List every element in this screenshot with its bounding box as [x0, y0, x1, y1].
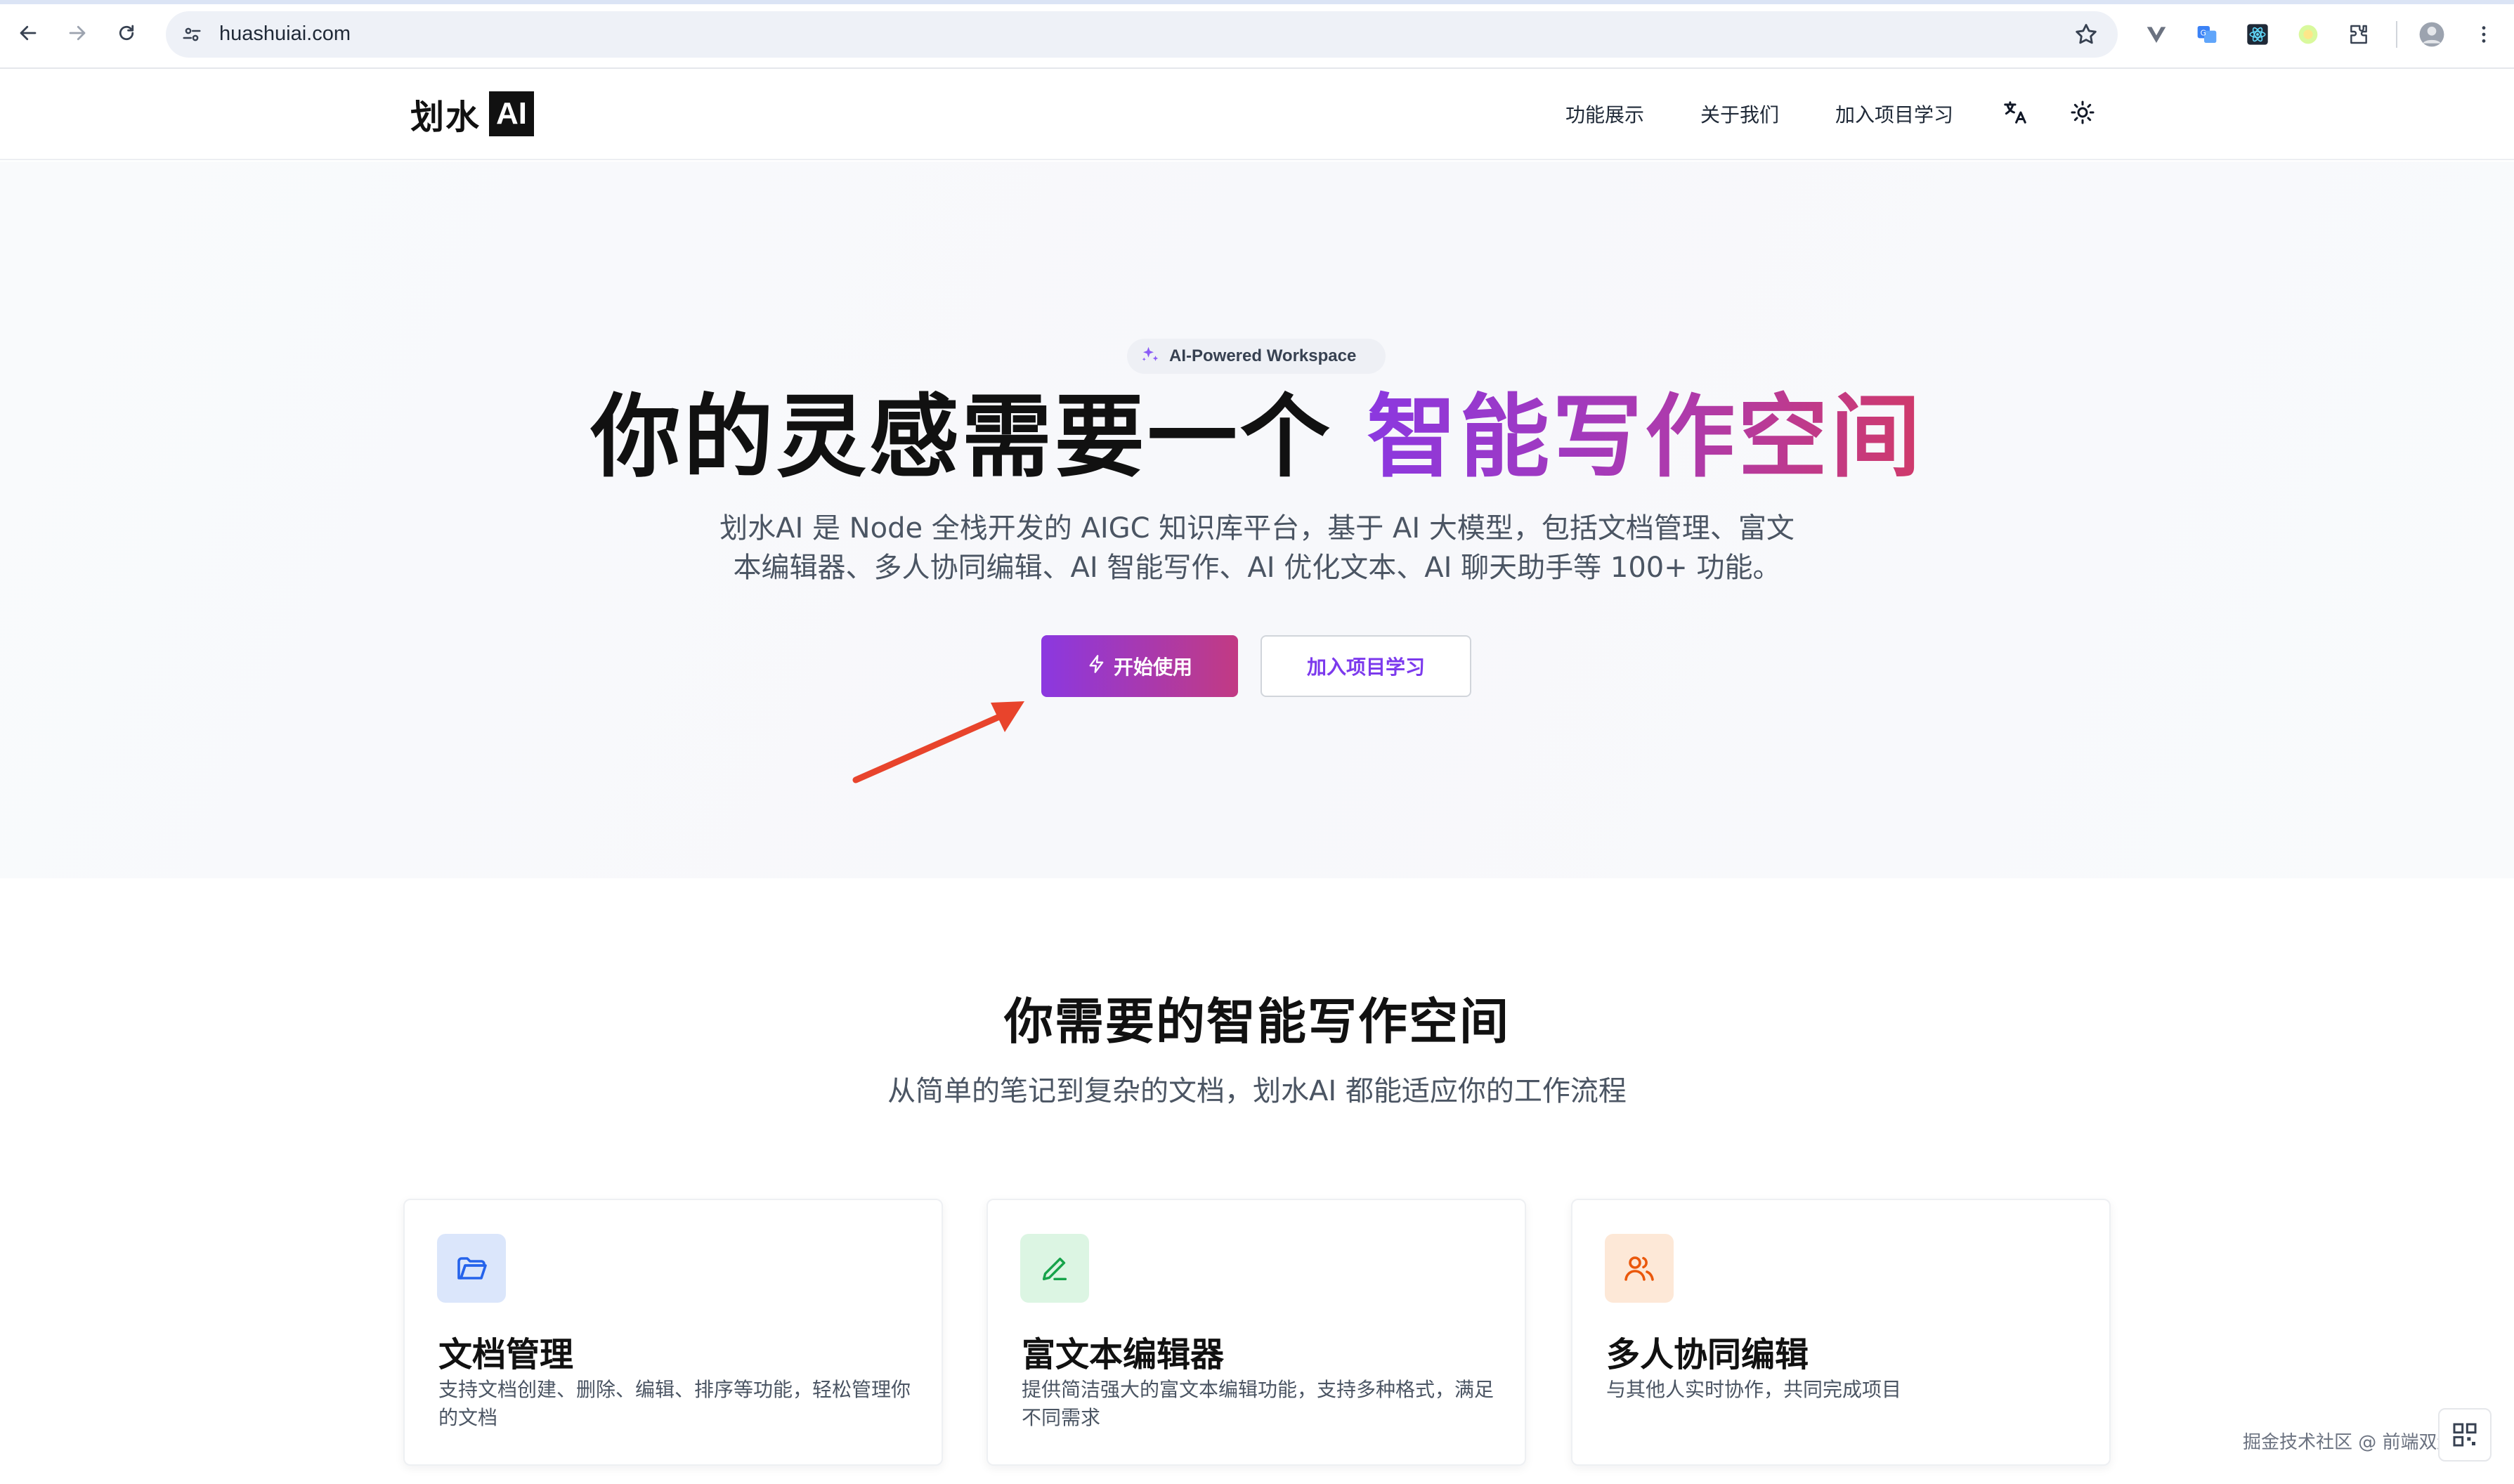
features-title: 你需要的智能写作空间: [1004, 993, 1510, 1050]
feature-card-editor[interactable]: 富文本编辑器 提供简洁强大的富文本编辑功能，支持多种格式，满足不同需求: [986, 1199, 1526, 1466]
logo-text: 划水: [410, 98, 481, 137]
extension-circle-icon[interactable]: [2295, 21, 2321, 48]
nav-link-label: 加入项目学习: [1835, 103, 1954, 126]
lightning-icon: [1087, 654, 1107, 679]
card-description: 与其他人实时协作，共同完成项目: [1606, 1378, 1902, 1401]
reload-icon[interactable]: [111, 18, 142, 48]
tab-strip-edge: [0, 0, 2514, 4]
logo-ai-box: AI: [489, 91, 535, 136]
forward-icon[interactable]: [62, 18, 93, 48]
sparkles-icon: [1140, 344, 1161, 368]
extensions-puzzle-icon[interactable]: [2345, 21, 2372, 48]
card-description: 支持文档创建、删除、编辑、排序等功能，轻松管理你的文档: [438, 1378, 911, 1429]
browser-menu-icon[interactable]: [2470, 21, 2497, 48]
join-project-label: 加入项目学习: [1306, 656, 1425, 679]
hero-title-highlight: 智能写作空间: [1367, 385, 1924, 490]
nav-item-features[interactable]: 功能展示: [1565, 100, 1644, 128]
nav-link-label: 功能展示: [1565, 103, 1645, 126]
card-title: 多人协同编辑: [1606, 1335, 1809, 1374]
site-logo[interactable]: 划水 AI: [410, 90, 535, 138]
translate-extension-icon[interactable]: G: [2194, 21, 2220, 48]
hero-desc-line-2: 本编辑器、多人协同编辑、AI 智能写作、AI 优化文本、AI 聊天助手等 100…: [733, 552, 1781, 584]
back-icon[interactable]: [13, 18, 44, 48]
nav-link-label: 关于我们: [1700, 103, 1780, 126]
hero-title: 你的灵感需要一个 智能写作空间: [0, 385, 2514, 490]
card-title: 文档管理: [438, 1335, 574, 1374]
get-started-button[interactable]: 开始使用: [1041, 635, 1238, 697]
hero-title-plain: 你的灵感需要一个: [590, 385, 1367, 490]
svg-text:G: G: [2201, 28, 2206, 37]
bookmark-star-icon[interactable]: [2073, 21, 2099, 48]
feature-card-collab[interactable]: 多人协同编辑 与其他人实时协作，共同完成项目: [1571, 1199, 2111, 1466]
theme-sun-icon[interactable]: [2067, 97, 2098, 128]
users-icon: [1605, 1234, 1674, 1303]
hero-section: AI-Powered Workspace 你的灵感需要一个 智能写作空间 划水A…: [0, 162, 2514, 878]
profile-avatar-icon[interactable]: [2418, 21, 2445, 48]
browser-chrome: huashuiai.com G: [0, 0, 2514, 69]
feature-card-docs[interactable]: 文档管理 支持文档创建、删除、编辑、排序等功能，轻松管理你的文档: [403, 1199, 943, 1466]
nav-item-join[interactable]: 加入项目学习: [1835, 100, 1953, 128]
site-header: 划水 AI 功能展示 关于我们 加入项目学习: [0, 69, 2514, 160]
folder-icon: [437, 1234, 506, 1303]
pencil-icon: [1020, 1234, 1089, 1303]
hero-description: 划水AI 是 Node 全栈开发的 AIGC 知识库平台，基于 AI 大模型，包…: [703, 509, 1811, 587]
vue-devtools-icon[interactable]: [2143, 21, 2170, 48]
react-devtools-icon[interactable]: [2244, 21, 2271, 48]
card-title: 富文本编辑器: [1022, 1335, 1225, 1374]
qr-code-icon: [2453, 1423, 2477, 1447]
card-description: 提供简洁强大的富文本编辑功能，支持多种格式，满足不同需求: [1022, 1378, 1494, 1429]
nav-item-about[interactable]: 关于我们: [1700, 100, 1779, 128]
hero-desc-line-1: 划水AI 是 Node 全栈开发的 AIGC 知识库平台，基于 AI 大模型，包…: [719, 512, 1795, 545]
get-started-label: 开始使用: [1113, 656, 1192, 679]
join-project-button[interactable]: 加入项目学习: [1261, 635, 1471, 697]
qr-code-button[interactable]: [2438, 1408, 2492, 1462]
language-translate-icon[interactable]: [2000, 97, 2031, 128]
hero-badge: AI-Powered Workspace: [1127, 339, 1386, 374]
annotation-arrow: [852, 701, 1024, 783]
url-text[interactable]: huashuiai.com: [219, 22, 351, 46]
features-subtitle: 从简单的笔记到复杂的文档，划水AI 都能适应你的工作流程: [887, 1075, 1627, 1107]
site-settings-icon[interactable]: [178, 21, 205, 48]
toolbar-divider: [2396, 21, 2397, 48]
badge-text: AI-Powered Workspace: [1169, 346, 1357, 365]
address-bar[interactable]: huashuiai.com: [166, 11, 2118, 58]
